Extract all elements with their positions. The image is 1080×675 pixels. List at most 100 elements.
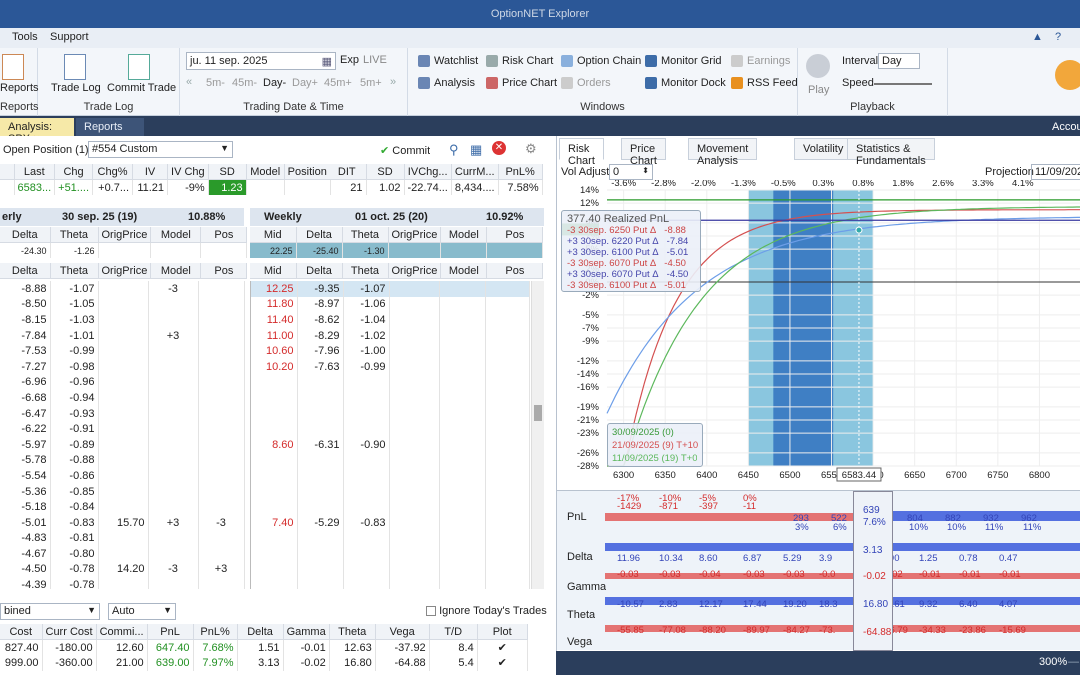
rss-feed-button[interactable]: RSS Feed	[731, 77, 798, 89]
interval-select[interactable]: Day	[878, 53, 920, 69]
table-row[interactable]: -4.67 -0.80	[0, 546, 245, 562]
table-row[interactable]: -5.54 -0.86	[0, 468, 245, 484]
chain-scrollbar[interactable]	[531, 281, 544, 589]
summary-row[interactable]: 999.00 -360.00 21.00 639.00 7.97% 3.13 -0.02 16…	[0, 655, 528, 671]
table-row[interactable]	[251, 374, 530, 391]
table-row[interactable]: 11.00 -8.29 -1.02	[251, 327, 530, 344]
table-row[interactable]	[251, 452, 530, 469]
plot-checkbox[interactable]: ✔	[477, 639, 528, 656]
option-chain-button[interactable]: Option Chain	[561, 55, 641, 67]
tab-volatility[interactable]: Volatility	[794, 138, 853, 160]
summary-row[interactable]: 827.40 -180.00 12.60 647.40 7.68% 1.51 -0.01 12…	[0, 639, 528, 656]
speed-slider[interactable]	[874, 83, 932, 85]
delete-icon[interactable]: ✕	[492, 141, 506, 155]
stepper-arrows-icon[interactable]: ⬍	[642, 166, 649, 175]
commit-trade-button[interactable]: Commit Trade	[107, 82, 176, 94]
step-back-icon[interactable]: «	[186, 76, 192, 88]
tab-reports[interactable]: Reports	[76, 118, 144, 136]
gear-icon[interactable]: ⚙	[525, 141, 537, 157]
search-icon[interactable]: ⚲	[449, 142, 459, 158]
vol-adjust-stepper[interactable]: 0 ⬍	[609, 164, 653, 180]
step-day-minus[interactable]: Day-	[263, 77, 286, 89]
step-5m-plus[interactable]: 5m+	[360, 77, 382, 89]
reports-button[interactable]: Reports	[0, 82, 39, 94]
table-row[interactable]: -7.84 -1.01 +3	[0, 327, 245, 344]
monitor-grid-button[interactable]: Monitor Grid	[645, 55, 722, 67]
auto-select[interactable]: Auto ▼	[108, 603, 176, 620]
plot-checkbox[interactable]: ✔	[477, 655, 528, 671]
step-5m-minus[interactable]: 5m-	[206, 77, 225, 89]
tab-movement-analysis[interactable]: Movement Analysis	[688, 138, 758, 167]
table-row[interactable]	[251, 483, 530, 500]
table-row[interactable]: -6.22 -0.91	[0, 421, 245, 437]
reports-icon[interactable]	[2, 54, 24, 80]
price-chart-button[interactable]: Price Chart	[486, 77, 557, 89]
table-row[interactable]: 11.80 -8.97 -1.06	[251, 296, 530, 313]
commit-trade-icon[interactable]	[128, 54, 150, 80]
play-button[interactable]: Play	[808, 84, 829, 96]
menu-support[interactable]: Support	[50, 31, 89, 43]
scrollbar-thumb[interactable]	[534, 405, 542, 421]
table-row[interactable]: -5.36 -0.85	[0, 483, 245, 500]
menu-tools[interactable]: Tools	[12, 31, 38, 43]
help-icon[interactable]: ?	[1055, 31, 1061, 43]
table-row[interactable]: -6.96 -0.96	[0, 374, 245, 391]
analysis-button[interactable]: Analysis	[418, 77, 475, 89]
table-row[interactable]: 10.60 -7.96 -1.00	[251, 343, 530, 359]
table-row[interactable]: -4.50 -0.78 14.20 -3 +3	[0, 561, 245, 578]
table-row[interactable]: -7.27 -0.98	[0, 358, 245, 375]
table-row[interactable]: 11.40 -8.62 -1.04	[251, 312, 530, 328]
watchlist-button[interactable]: Watchlist	[418, 55, 478, 67]
trade-log-button[interactable]: Trade Log	[51, 82, 101, 94]
table-row[interactable]: 8.60 -6.31 -0.90	[251, 436, 530, 453]
table-row[interactable]: -4.39 -0.78	[0, 577, 245, 589]
tab-price-chart[interactable]: Price Chart	[621, 138, 666, 167]
table-row[interactable]	[251, 530, 530, 547]
grid-icon[interactable]: ▦	[470, 142, 482, 158]
step-45m-minus[interactable]: 45m-	[232, 77, 257, 89]
position-select[interactable]: #554 Custom ▼	[88, 141, 233, 158]
collapse-ribbon-icon[interactable]: ▲	[1032, 31, 1043, 43]
zoom-slider-icon[interactable]: —	[1068, 656, 1079, 668]
table-row[interactable]	[251, 405, 530, 422]
table-row[interactable]: -6.47 -0.93	[0, 405, 245, 422]
account-label[interactable]: Account	[1044, 118, 1080, 136]
commit-button[interactable]: ✔ Commit	[380, 144, 430, 157]
step-forward-icon[interactable]: »	[390, 76, 396, 88]
tab-statistics[interactable]: Statistics & Fundamentals	[847, 138, 935, 167]
tab-analysis-spx[interactable]: Analysis: SPX ×	[0, 118, 74, 145]
table-row[interactable]	[251, 561, 530, 578]
table-row[interactable]	[251, 577, 530, 589]
table-row[interactable]	[251, 499, 530, 515]
table-row[interactable]: 7.40 -5.29 -0.83	[251, 514, 530, 531]
earnings-button[interactable]: Earnings	[731, 55, 790, 67]
table-row[interactable]	[251, 546, 530, 562]
calendar-icon[interactable]: ▦	[322, 55, 332, 68]
trade-log-icon[interactable]	[64, 54, 86, 80]
table-row[interactable]: -5.78 -0.88	[0, 452, 245, 469]
table-row[interactable]	[251, 390, 530, 406]
monitor-dock-button[interactable]: Monitor Dock	[645, 77, 726, 89]
table-row[interactable]: -4.83 -0.81	[0, 530, 245, 547]
orders-button[interactable]: Orders	[561, 77, 611, 89]
table-row[interactable]: -8.88 -1.07 -3	[0, 281, 245, 297]
trading-date-input[interactable]: ju. 11 sep. 2025 ▦	[186, 52, 336, 70]
table-row[interactable]: -5.01 -0.83 15.70 +3 -3	[0, 514, 245, 531]
projection-date-input[interactable]: 11/09/202	[1031, 164, 1080, 180]
exp-toggle[interactable]: Exp LIVE	[340, 54, 387, 66]
table-row[interactable]: -5.97 -0.89	[0, 436, 245, 453]
table-row[interactable]: -5.18 -0.84	[0, 499, 245, 515]
risk-chart-button[interactable]: Risk Chart	[486, 55, 553, 67]
step-day-plus[interactable]: Day+	[292, 77, 318, 89]
table-row[interactable]: -8.50 -1.05	[0, 296, 245, 313]
table-row[interactable]: 12.25 -9.35 -1.07	[251, 281, 530, 297]
table-row[interactable]: -6.68 -0.94	[0, 390, 245, 406]
table-row[interactable]	[251, 421, 530, 437]
table-row[interactable]: -8.15 -1.03	[0, 312, 245, 328]
table-row[interactable]	[251, 468, 530, 484]
bottom-view-select[interactable]: bined ▼	[0, 603, 100, 620]
table-row[interactable]: -7.53 -0.99	[0, 343, 245, 359]
play-icon[interactable]	[806, 54, 830, 78]
step-45m-plus[interactable]: 45m+	[324, 77, 352, 89]
tab-risk-chart[interactable]: Risk Chart	[559, 138, 604, 167]
